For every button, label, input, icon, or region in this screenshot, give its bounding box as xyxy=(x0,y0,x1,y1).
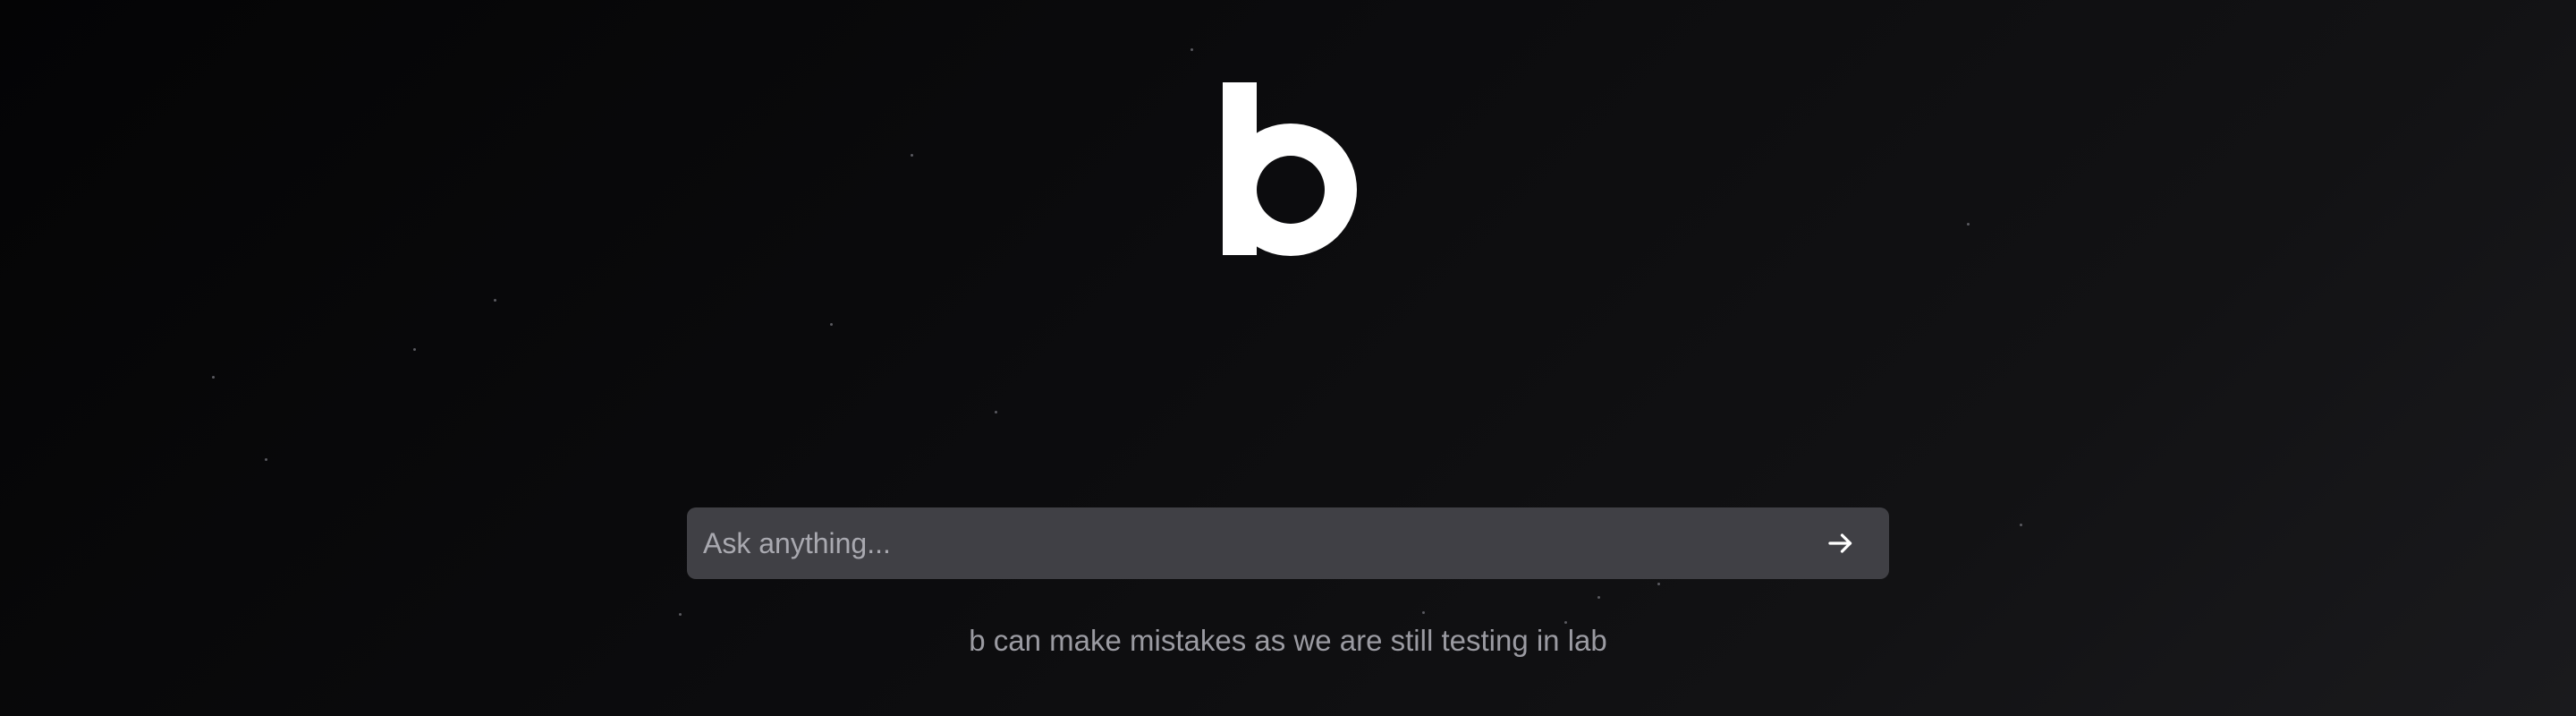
star-dot xyxy=(1422,611,1425,614)
star-dot xyxy=(413,348,416,351)
submit-button[interactable] xyxy=(1816,518,1866,568)
ask-input[interactable] xyxy=(701,507,1816,580)
star-dot xyxy=(995,411,997,413)
star-dot xyxy=(1597,596,1600,599)
chat-input-bar xyxy=(687,507,1889,580)
star-dot xyxy=(679,613,682,616)
star-dot xyxy=(494,299,496,302)
star-dot xyxy=(265,458,267,461)
letter-b-logo-icon xyxy=(1223,82,1357,256)
star-dot xyxy=(1967,223,1970,226)
star-dot xyxy=(1657,583,1660,585)
arrow-right-icon xyxy=(1828,533,1852,553)
star-dot xyxy=(911,154,913,157)
star-dot xyxy=(1191,48,1193,51)
star-dot xyxy=(212,376,215,379)
star-dot xyxy=(830,323,833,326)
brand-logo xyxy=(1223,82,1357,258)
star-dot xyxy=(2020,524,2022,526)
disclaimer-text: b can make mistakes as we are still test… xyxy=(969,624,1607,657)
